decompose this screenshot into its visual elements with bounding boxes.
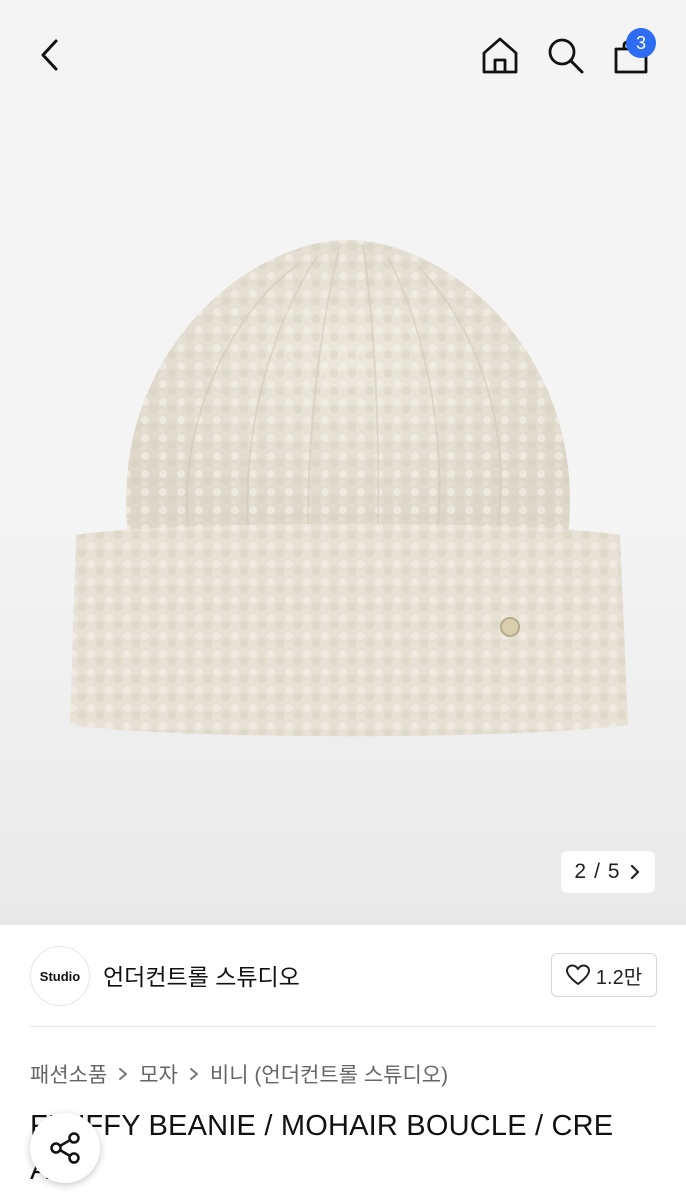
- total-image-count: 5: [607, 860, 620, 883]
- store-logo-text: Studio: [39, 968, 81, 984]
- breadcrumb: 패션소품 모자 비니 (언더컨트롤 스튜디오): [30, 1059, 448, 1089]
- search-icon: [548, 38, 584, 74]
- heart-icon: [565, 964, 590, 985]
- chevron-left-icon: [41, 39, 58, 71]
- back-button[interactable]: [26, 30, 76, 80]
- share-icon: [50, 1132, 80, 1164]
- store-logo[interactable]: Studio: [30, 946, 90, 1006]
- home-button[interactable]: [474, 30, 526, 80]
- cart-count-badge: 3: [626, 28, 656, 58]
- current-image-index: 2: [574, 860, 587, 883]
- share-button[interactable]: [30, 1113, 100, 1183]
- product-image-gallery[interactable]: 3 2 / 5: [0, 0, 686, 925]
- search-button[interactable]: [540, 30, 590, 80]
- breadcrumb-item-current[interactable]: 비니 (언더컨트롤 스튜디오): [210, 1059, 448, 1089]
- like-count: 1.2만: [595, 966, 643, 989]
- top-navigation-bar: 3: [0, 0, 686, 106]
- product-title: FLUFFY BEANIE / MOHAIR BOUCLE / CRE: [30, 1110, 614, 1142]
- chevron-right-icon: [189, 1068, 198, 1080]
- home-icon: [482, 37, 518, 74]
- pagination-separator: /: [594, 860, 600, 883]
- section-divider: [30, 1026, 656, 1027]
- chevron-right-icon: [119, 1068, 128, 1080]
- store-name[interactable]: 언더컨트롤 스튜디오: [103, 958, 300, 992]
- breadcrumb-item-category[interactable]: 패션소품: [30, 1059, 107, 1089]
- image-pagination-counter[interactable]: 2 / 5: [561, 851, 655, 893]
- chevron-right-icon: [630, 864, 639, 880]
- breadcrumb-item-subcategory[interactable]: 모자: [139, 1059, 178, 1089]
- product-image-beanie: [70, 240, 628, 737]
- like-button[interactable]: 1.2만: [551, 953, 657, 997]
